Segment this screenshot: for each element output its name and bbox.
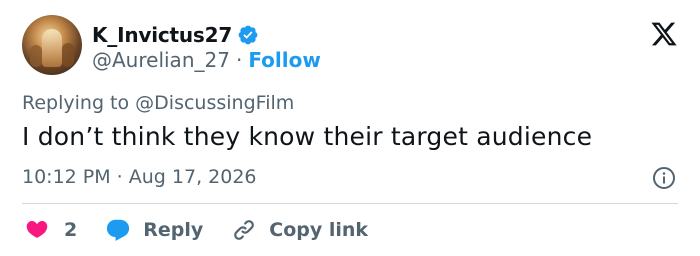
tweet-timestamp[interactable]: 10:12 PM · Aug 17, 2026 xyxy=(22,166,257,188)
copy-link-button[interactable]: Copy link xyxy=(231,217,368,243)
follow-button[interactable]: Follow xyxy=(248,48,321,72)
action-bar: 2 Reply Copy link xyxy=(24,215,368,245)
link-icon xyxy=(234,220,255,240)
replying-to-mention[interactable]: @DiscussingFilm xyxy=(135,92,294,114)
heart-icon xyxy=(26,220,48,238)
avatar-figure-left xyxy=(30,45,42,67)
tweet-text: I don’t think they know their target aud… xyxy=(22,122,593,151)
handle-row: @Aurelian_27 · Follow xyxy=(92,47,321,73)
like-button[interactable]: 2 xyxy=(24,217,105,243)
user-handle[interactable]: @Aurelian_27 xyxy=(92,48,230,72)
copy-link-label: Copy link xyxy=(269,219,369,241)
avatar-figure-right xyxy=(62,43,74,67)
avatar[interactable] xyxy=(22,15,82,75)
reply-bubble-icon xyxy=(107,219,130,241)
replying-to-prefix: Replying to xyxy=(22,92,130,114)
reply-label: Reply xyxy=(143,219,204,241)
divider xyxy=(22,203,678,204)
like-count: 2 xyxy=(64,219,78,241)
display-name[interactable]: K_Invictus27 xyxy=(92,23,232,47)
avatar-figure-center xyxy=(42,29,62,67)
x-logo-icon[interactable] xyxy=(650,20,678,48)
verified-badge-icon xyxy=(238,25,258,45)
name-row: K_Invictus27 xyxy=(92,22,259,48)
separator-dot: · xyxy=(235,48,243,72)
info-icon[interactable] xyxy=(652,166,676,190)
replying-to: Replying to @DiscussingFilm xyxy=(22,92,294,114)
reply-button[interactable]: Reply xyxy=(105,217,231,243)
